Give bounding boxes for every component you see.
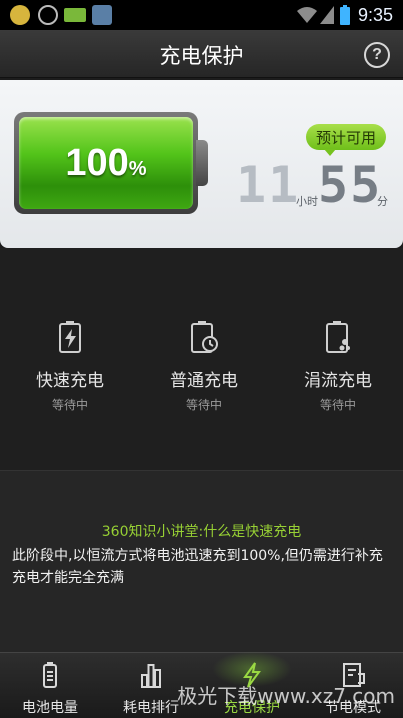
clock: 9:35 xyxy=(357,5,393,25)
mode-normal-charge[interactable]: 普通充电 等待中 xyxy=(137,320,271,413)
battery-status-icon xyxy=(340,5,350,25)
wifi-icon xyxy=(297,7,317,23)
minutes-unit: 分 xyxy=(377,195,388,208)
battery-percent: 100% xyxy=(65,141,147,184)
signal-icon xyxy=(320,6,334,24)
battery-icon xyxy=(43,662,57,688)
battery-notification-icon xyxy=(64,8,86,22)
page-title: 充电保护 xyxy=(159,44,244,68)
mode-fast-charge[interactable]: 快速充电 等待中 xyxy=(3,320,137,413)
mode-trickle-charge[interactable]: 涓流充电 等待中 xyxy=(271,320,403,413)
hours-unit: 小时 xyxy=(296,195,318,208)
info-panel: 360知识小讲堂:什么是快速充电 此阶段中,以恒流方式将电池迅速充到100%,但… xyxy=(0,470,403,652)
minutes-digits: 55 xyxy=(318,156,383,214)
info-title: 360知识小讲堂:什么是快速充电 xyxy=(101,524,302,540)
battery-graphic: 100% xyxy=(14,112,208,214)
help-button[interactable]: ? xyxy=(364,42,390,68)
nav-item-battery-level[interactable]: 电池电量 xyxy=(0,653,100,718)
charge-modes: 快速充电 等待中 普通充电 等待中 涓流充电 等待中 xyxy=(0,248,403,470)
info-body: 此阶段中,以恒流方式将电池迅速充到100%,但仍需进行补充充电才能完全充满 xyxy=(12,548,383,586)
status-bar: 9:35 xyxy=(0,0,403,30)
mode-status: 等待中 xyxy=(319,398,356,412)
estimate-badge: 预计可用 xyxy=(306,124,386,156)
fast-charge-icon xyxy=(59,321,81,353)
notification-icon xyxy=(38,5,58,25)
battery-fill: 100% xyxy=(19,117,193,209)
app-notification-icon xyxy=(10,5,30,25)
mode-status: 等待中 xyxy=(51,398,88,412)
mode-label: 涓流充电 xyxy=(304,371,372,391)
hours-digits: 11 xyxy=(236,156,301,214)
header: 充电保护 ? xyxy=(0,30,403,78)
app-icon xyxy=(92,5,112,25)
mode-label: 普通充电 xyxy=(170,371,238,391)
nav-label: 电池电量 xyxy=(22,700,78,716)
battery-body: 100% xyxy=(14,112,198,214)
battery-panel: 100% 预计可用 11 小时 55 分 xyxy=(0,80,403,248)
watermark: 极光下载www.xz7.com xyxy=(177,684,395,708)
normal-charge-icon xyxy=(191,321,218,353)
mode-status: 等待中 xyxy=(185,398,222,412)
bar-chart-icon xyxy=(141,664,161,688)
trickle-charge-icon xyxy=(326,321,350,353)
battery-cap xyxy=(196,140,208,186)
mode-label: 快速充电 xyxy=(36,371,104,391)
